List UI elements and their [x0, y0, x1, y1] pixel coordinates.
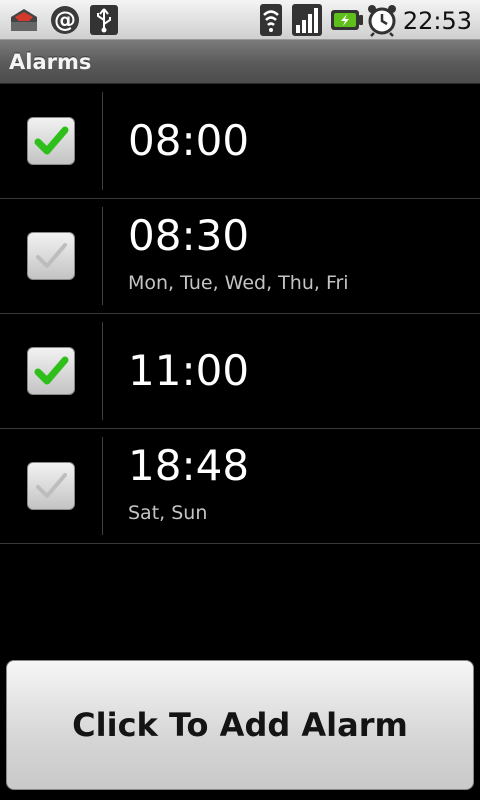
- row-divider: [102, 322, 103, 420]
- add-alarm-button[interactable]: Click To Add Alarm: [6, 660, 474, 790]
- alarm-list: 08:00 08:30 Mon, Tue, Wed, Thu, Fri 11:0…: [0, 84, 480, 544]
- alarm-row[interactable]: 08:30 Mon, Tue, Wed, Thu, Fri: [0, 199, 480, 314]
- alarm-enabled-checkbox[interactable]: [27, 117, 75, 165]
- alarm-enabled-checkbox[interactable]: [27, 232, 75, 280]
- status-bar: @ 22:53: [0, 0, 480, 40]
- checkmark-icon: [34, 356, 69, 385]
- usb-icon: [88, 3, 120, 37]
- alarm-enabled-checkbox[interactable]: [27, 462, 75, 510]
- alarm-row[interactable]: 08:00: [0, 84, 480, 199]
- alarm-row[interactable]: 11:00: [0, 314, 480, 429]
- row-divider: [102, 437, 103, 535]
- alarm-time: 18:48: [128, 441, 250, 490]
- checkmark-icon: [36, 243, 67, 268]
- row-divider: [102, 207, 103, 305]
- row-divider: [102, 92, 103, 190]
- alarm-time: 08:30: [128, 211, 250, 260]
- alarm-row[interactable]: 18:48 Sat, Sun: [0, 429, 480, 544]
- battery-charging-icon: [330, 3, 364, 37]
- page-title: Alarms: [9, 50, 92, 74]
- alarm-time: 11:00: [128, 346, 250, 395]
- checkmark-icon: [34, 126, 69, 155]
- signal-icon: [290, 3, 324, 37]
- alarm-clock-icon: [366, 3, 398, 37]
- status-time: 22:53: [402, 7, 472, 35]
- alarm-time: 08:00: [128, 116, 250, 165]
- svg-text:@: @: [54, 8, 76, 33]
- title-bar: Alarms: [0, 40, 480, 84]
- at-sign-icon: @: [48, 3, 82, 37]
- wifi-icon: [258, 3, 284, 37]
- alarm-enabled-checkbox[interactable]: [27, 347, 75, 395]
- inbox-icon: [6, 3, 42, 37]
- checkmark-icon: [36, 473, 67, 498]
- alarm-days: Mon, Tue, Wed, Thu, Fri: [128, 272, 349, 294]
- alarm-days: Sat, Sun: [128, 502, 208, 524]
